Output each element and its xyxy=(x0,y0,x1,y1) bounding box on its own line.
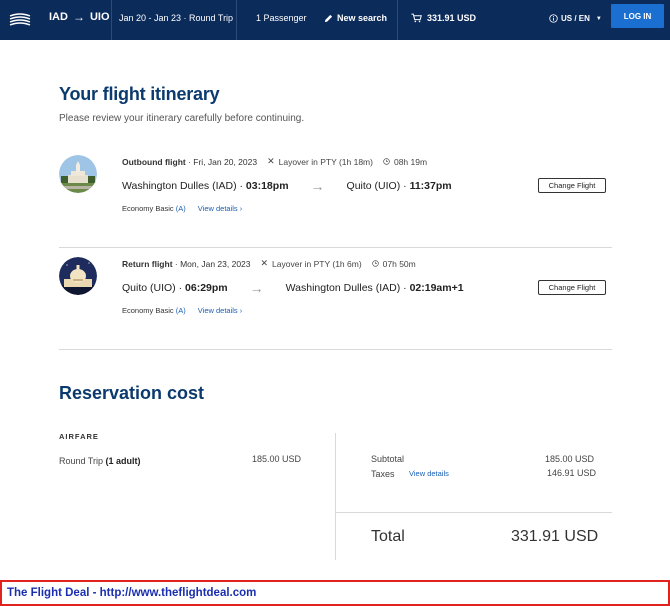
divider xyxy=(236,0,237,40)
duration-text: 08h 19m xyxy=(393,156,428,167)
flight-type: Return flight xyxy=(122,258,173,269)
subtotal-amount: 185.00 USD xyxy=(545,454,595,464)
new-search-label: New search xyxy=(337,13,388,23)
taxes-amount: 146.91 USD xyxy=(547,468,597,478)
total-amount: 331.91 USD xyxy=(511,528,599,545)
trip-dates[interactable]: Jan 20 - Jan 23 · Round Trip xyxy=(119,13,233,23)
divider xyxy=(336,512,612,513)
round-trip-label: Round Trip (1 adult) xyxy=(59,456,141,466)
flight-date: · Mon, Jan 23, 2023 xyxy=(172,258,251,269)
fare-info: Economy Basic (A) View details › xyxy=(122,306,242,315)
layover-info: ✕ Layover in PTY (1h 18m) xyxy=(267,156,373,167)
destination-code: UIO xyxy=(89,11,110,23)
arrow-right-icon: → xyxy=(249,280,264,296)
clock-icon xyxy=(371,260,379,267)
flight-meta: Outbound flight · Fri, Jan 20, 2023 ✕ La… xyxy=(122,156,427,167)
arrow-right-icon: → xyxy=(310,178,325,194)
shopping-cart-icon xyxy=(411,13,422,23)
destination-photo xyxy=(59,257,97,295)
airplane-icon: ✕ xyxy=(267,156,275,166)
airline-logo-icon[interactable] xyxy=(9,8,31,30)
fare-class: Economy Basic (A) xyxy=(122,204,186,213)
flight-heading: Outbound flight · Fri, Jan 20, 2023 xyxy=(122,157,257,167)
duration-info: 08h 19m xyxy=(383,157,427,167)
round-trip-amount: 185.00 USD xyxy=(252,454,302,464)
taxes-label: Taxes xyxy=(371,469,395,479)
separator-dot: · xyxy=(175,282,186,294)
cart-price-button[interactable]: 331.91 USD xyxy=(411,13,476,23)
departure-time: 06:29pm xyxy=(185,282,228,294)
passenger-count[interactable]: 1 Passenger xyxy=(256,13,307,23)
chevron-right-icon: › xyxy=(239,306,243,315)
round-trip-text: Round Trip xyxy=(59,456,104,466)
clock-icon xyxy=(383,158,390,165)
view-details-label: View details xyxy=(197,204,238,213)
separator-dot: · xyxy=(400,282,410,294)
flight-meta: Return flight · Mon, Jan 23, 2023 ✕ Layo… xyxy=(122,258,416,269)
chevron-down-icon: ▼ xyxy=(595,15,602,22)
origin-code: IAD xyxy=(49,11,68,23)
flight-leg: Washington Dulles (IAD) · 03:18pm → Quit… xyxy=(122,178,452,194)
route-summary: IAD → UIO xyxy=(49,10,110,24)
duration-info: 07h 50m xyxy=(371,258,416,269)
locale-label: US / EN xyxy=(561,14,590,23)
fare-code-link[interactable]: (A) xyxy=(176,306,186,315)
page-subtitle: Please review your itinerary carefully b… xyxy=(59,113,305,124)
new-search-button[interactable]: New search xyxy=(324,13,387,23)
duration-text: 07h 50m xyxy=(382,258,416,269)
flight-heading: Return flight · Mon, Jan 23, 2023 xyxy=(122,259,251,269)
top-navigation-bar: IAD → UIO Jan 20 - Jan 23 · Round Trip 1… xyxy=(0,0,670,40)
arrow-right-icon: → xyxy=(72,10,85,24)
divider xyxy=(59,349,612,350)
change-flight-button[interactable]: Change Flight xyxy=(538,178,606,193)
fare-name: Economy Basic xyxy=(122,204,174,213)
total-label: Total xyxy=(371,528,405,545)
chevron-right-icon: › xyxy=(239,204,243,213)
flight-type: Outbound flight xyxy=(122,156,186,167)
subtotal-label: Subtotal xyxy=(371,454,405,464)
departure-time: 03:18pm xyxy=(245,180,289,192)
outbound-flight-card: Outbound flight · Fri, Jan 20, 2023 ✕ La… xyxy=(59,146,612,248)
fare-name: Economy Basic xyxy=(122,306,174,315)
layover-text: Layover in PTY (1h 6m) xyxy=(272,258,362,269)
fare-class: Economy Basic (A) xyxy=(122,306,186,315)
watermark-banner: The Flight Deal - http://www.theflightde… xyxy=(0,580,670,606)
fare-code-link[interactable]: (A) xyxy=(176,204,186,213)
view-details-link[interactable]: View details › xyxy=(198,306,242,315)
fare-info: Economy Basic (A) View details › xyxy=(122,204,242,213)
adult-count: (1 adult) xyxy=(105,456,141,466)
destination-airport: Quito (UIO) xyxy=(346,180,401,192)
arrival-time: 02:19am+1 xyxy=(409,282,464,294)
arrival-time: 11:37pm xyxy=(409,180,452,192)
flight-date: · Fri, Jan 20, 2023 xyxy=(185,156,258,167)
login-button[interactable]: LOG IN xyxy=(611,4,664,28)
cart-price: 331.91 USD xyxy=(427,13,477,23)
view-details-label: View details xyxy=(197,306,238,315)
taxes-view-details-link[interactable]: View details xyxy=(409,469,449,478)
reservation-cost-title: Reservation cost xyxy=(59,383,205,403)
origin-airport: Washington Dulles (IAD) xyxy=(122,180,237,192)
airfare-section-label: AIRFARE xyxy=(59,432,99,441)
divider xyxy=(397,0,398,40)
separator-dot: · xyxy=(400,180,410,192)
banner-text: The Flight Deal - http://www.theflightde… xyxy=(7,587,257,599)
locale-selector[interactable]: US / EN ▼ xyxy=(549,14,602,23)
divider xyxy=(335,433,336,560)
layover-text: Layover in PTY (1h 18m) xyxy=(278,156,373,167)
change-flight-button[interactable]: Change Flight xyxy=(538,280,606,295)
layover-info: ✕ Layover in PTY (1h 6m) xyxy=(261,258,362,269)
flight-leg: Quito (UIO) · 06:29pm → Washington Dulle… xyxy=(122,280,464,296)
info-circle-icon xyxy=(549,14,558,23)
view-details-link[interactable]: View details › xyxy=(198,204,242,213)
separator-dot: · xyxy=(236,180,246,192)
return-flight-card: Return flight · Mon, Jan 23, 2023 ✕ Layo… xyxy=(59,248,612,350)
divider xyxy=(111,0,112,40)
pencil-icon xyxy=(324,14,333,22)
airplane-icon: ✕ xyxy=(260,258,269,268)
page-title: Your flight itinerary xyxy=(59,84,220,104)
origin-airport: Quito (UIO) xyxy=(122,282,176,294)
destination-airport: Washington Dulles (IAD) xyxy=(285,282,401,294)
destination-photo xyxy=(59,155,97,193)
